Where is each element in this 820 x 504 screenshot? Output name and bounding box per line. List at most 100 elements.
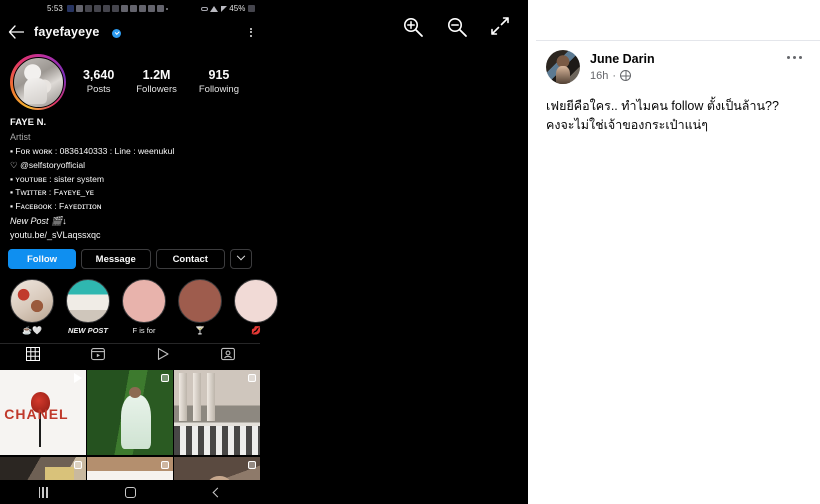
globe-icon[interactable] [620,70,632,82]
home-icon[interactable] [125,486,137,498]
android-status-bar: 5:53 45% [0,0,260,17]
expand-icon[interactable] [490,16,512,38]
bio-line-work: ▪ Fᴏʀ ᴡᴏʀᴋ : 0836140333 : Line : weenuku… [10,145,175,156]
verified-badge-icon [112,28,122,38]
notif-icon-11 [156,5,164,12]
instagram-header: fayefayeye [0,17,260,47]
notif-icon-more [165,7,168,10]
post-header: June Darin 16h · [546,50,802,84]
profile-display-name: FAYE N. [10,117,47,128]
grid-icon [25,347,40,366]
stat-following[interactable]: 915 Following [199,68,239,96]
dress-graphic [121,395,151,449]
carousel-badge-icon-4 [73,460,82,469]
post-submeta: 16h · [590,70,655,82]
reels-icon [90,347,105,366]
bio-link[interactable]: youtu.be/_sVLaqssxqc [10,229,250,243]
grid-post-2[interactable] [87,369,173,456]
bio-new-post: New Post 🎬↓ [10,216,67,227]
highlight-cover-2 [66,279,110,324]
posts-count: 3,640 [82,68,115,83]
posts-grid-tab[interactable] [0,347,65,366]
carousel-badge-icon-2 [160,373,169,382]
following-count: 915 [208,68,230,83]
column-3 [206,373,215,422]
reels-tab[interactable] [65,347,130,366]
notif-icon-9 [138,5,146,12]
notif-icon-2 [75,5,83,12]
post-1-caption: CHANEL [4,405,69,422]
status-notification-icons [66,5,168,12]
highlight-item-1[interactable]: ☕🤍 [10,279,54,336]
highlight-label-3: F is for [132,326,156,336]
status-time: 5:53 [47,4,63,13]
notif-icon-6 [111,5,119,12]
image-viewer-controls [402,16,512,38]
profile-category: Artist [10,131,31,142]
zoom-in-icon[interactable] [402,16,424,38]
contact-button[interactable]: Contact [155,249,225,270]
post-thumbnail-2 [87,369,173,456]
followers-count: 1.2M [142,68,171,83]
carousel-badge-icon-3 [247,373,256,382]
video-badge-icon [73,372,82,383]
recents-bar-2 [42,486,45,498]
profile-summary-row: 3,640 Posts 1.2M Followers 915 Following [0,47,260,114]
phone-viewport: 5:53 45% fayefayeye 3,640 Posts 1.2M Fol… [0,0,278,504]
notif-icon-5 [102,5,110,12]
notif-icon-3 [84,5,92,12]
highlight-item-5[interactable]: 💋 [234,279,278,336]
profile-avatar[interactable] [10,54,66,110]
more-actions-button[interactable] [230,249,252,270]
bio-line-youtube: ▪ ʏᴏᴜᴛᴜʙᴇ : sister system [10,173,105,184]
back-icon[interactable] [212,487,223,497]
post-meta: June Darin 16h · [590,50,655,82]
post-timestamp[interactable]: 16h [590,70,608,82]
highlight-item-3[interactable]: F is for [122,279,166,336]
back-arrow-icon[interactable] [8,25,24,39]
tagged-tab[interactable] [195,347,260,366]
tagged-icon [220,347,235,366]
screenshot-root: 5:53 45% fayefayeye 3,640 Posts 1.2M Fol… [0,0,820,504]
stat-posts[interactable]: 3,640 Posts [83,68,114,96]
bluetooth-headset-icon [200,6,208,11]
profile-tab-bar [0,342,260,370]
recents-icon[interactable] [38,486,48,498]
highlight-label-4: 🍸 [195,326,205,336]
avatar-image [12,56,64,108]
posts-label: Posts [86,83,111,95]
head-graphic [129,386,142,398]
notif-icon-4 [93,5,101,12]
post-thumbnail-3 [174,369,260,456]
column-1 [179,373,188,422]
grid-post-1[interactable]: CHANEL [0,369,86,456]
profile-stats: 3,640 Posts 1.2M Followers 915 Following [66,68,250,96]
stat-followers[interactable]: 1.2M Followers [136,68,177,96]
highlight-label-5: 💋 [251,326,261,336]
post-author-name[interactable]: June Darin [590,51,655,68]
phone-screenshot-pane: 5:53 45% fayefayeye 3,640 Posts 1.2M Fol… [0,0,528,504]
bio-line-facebook: ▪ Fᴀᴄᴇʙᴏᴏᴋ : Fᴀʏᴇᴅɪᴛɪᴏɴ [10,201,102,212]
wifi-icon [210,5,219,12]
kebab-dot-2 [250,31,252,33]
facebook-comment-pane: June Darin 16h · เฟยยีคือใคร.. ทำไมคน fo… [528,0,820,504]
message-button[interactable]: Message [81,249,151,270]
avatar[interactable] [546,50,580,84]
follow-button[interactable]: Follow [8,249,76,270]
grid-post-3[interactable] [174,369,260,456]
bio-line-selfstory: ♡ @selfstoryofficial [10,159,86,170]
highlight-item-2[interactable]: NEW POST [66,279,110,336]
column-2 [193,373,201,422]
carousel-badge-icon-6 [247,460,256,469]
battery-icon [248,5,255,12]
igtv-tab[interactable] [130,347,195,366]
zoom-out-icon[interactable] [446,16,468,38]
more-dot-2 [793,56,796,59]
overflow-menu-icon[interactable] [250,27,252,37]
more-dot-3 [799,56,802,59]
more-options-icon[interactable] [787,50,802,59]
notif-icon-7 [120,5,128,12]
profile-bio: FAYE N. Artist ▪ Fᴏʀ ᴡᴏʀᴋ : 0836140333 :… [0,114,260,242]
meta-separator: · [612,69,617,82]
highlight-item-4[interactable]: 🍸 [178,279,222,336]
